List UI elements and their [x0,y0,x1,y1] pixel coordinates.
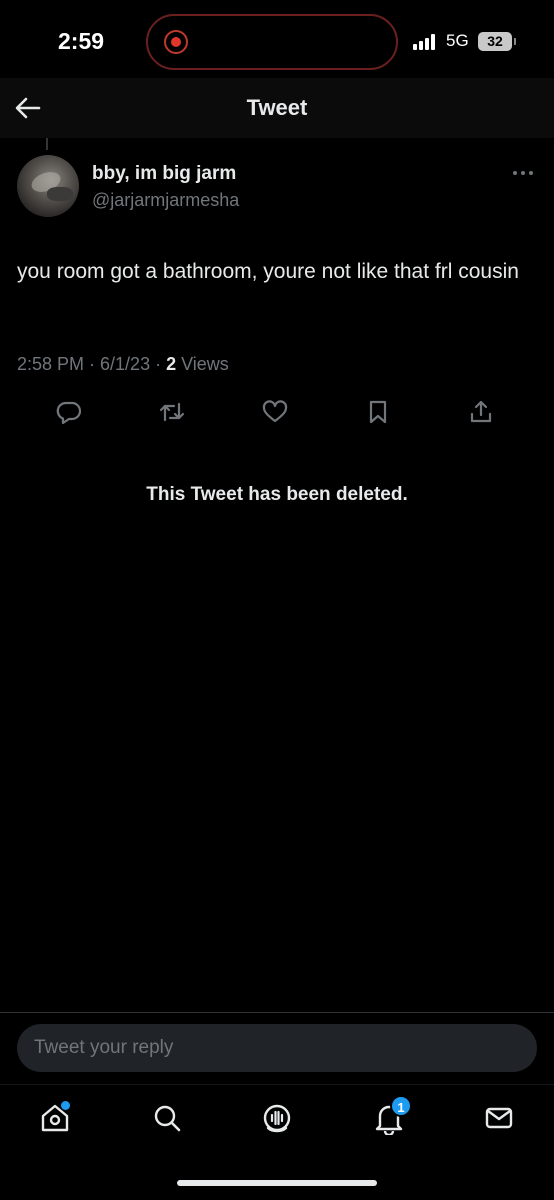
bookmark-icon[interactable] [364,398,396,430]
status-bar: 2:59 5G 32 [0,0,554,84]
tweet-action-bar [0,398,554,430]
author-handle[interactable]: @jarjarmjarmesha [92,190,239,211]
dynamic-island [146,14,398,70]
recording-indicator-icon [164,30,188,54]
tab-home[interactable] [38,1101,72,1135]
tweet-metadata: 2:58 PM · 6/1/23 · 2 Views [17,354,229,375]
home-unread-dot [61,1101,70,1110]
battery-level: 32 [487,33,503,49]
tab-search[interactable] [150,1101,184,1135]
network-type: 5G [446,31,469,50]
messages-envelope-icon [485,1107,513,1129]
author-display-name[interactable]: bby, im big jarm [92,163,236,185]
tweet-body-text: you room got a bathroom, youre not like … [17,260,519,283]
cellular-signal-icon [413,34,439,50]
tab-messages[interactable] [482,1101,516,1135]
status-time: 2:59 [58,28,105,54]
top-nav-header: Tweet [0,78,554,138]
notifications-count-badge: 1 [390,1095,412,1117]
tab-notifications[interactable]: 1 [372,1095,412,1137]
spaces-icon [263,1104,291,1133]
deleted-tweet-notice: This Tweet has been deleted. [146,484,408,505]
avatar[interactable] [17,155,79,217]
reply-icon[interactable] [55,398,87,430]
thread-connector-line [46,138,48,150]
share-icon[interactable] [467,398,499,430]
search-icon [154,1105,181,1132]
more-options-icon[interactable] [510,164,536,182]
like-heart-icon[interactable] [261,398,293,430]
home-indicator[interactable] [177,1180,377,1186]
tab-spaces[interactable] [260,1101,294,1135]
page-title: Tweet [246,95,308,120]
views-label: Views [176,354,229,374]
tweet-timestamp: 2:58 PM · 6/1/23 · [17,354,167,374]
reply-divider [0,1012,554,1013]
battery-icon: 32 [478,32,516,51]
retweet-icon[interactable] [158,398,190,430]
views-count[interactable]: 2 [166,354,176,374]
reply-input[interactable] [17,1024,537,1072]
